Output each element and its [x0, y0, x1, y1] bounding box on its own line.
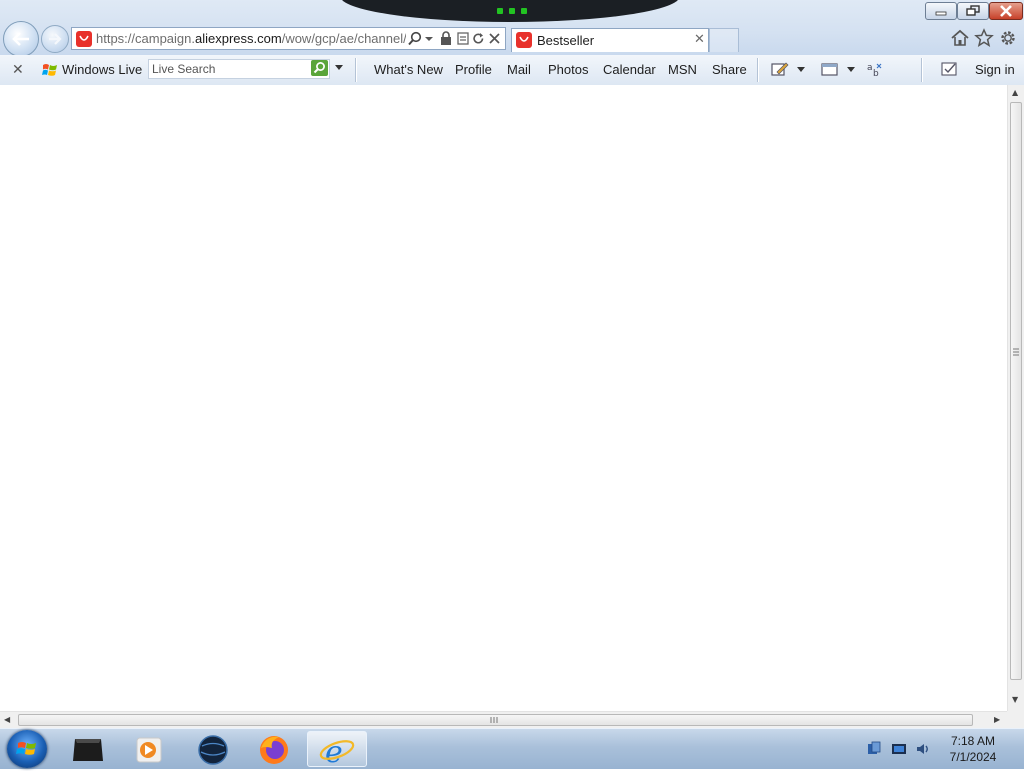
translate-icon[interactable]: ab — [866, 61, 884, 77]
grip-icon — [490, 717, 498, 723]
browser-title-bar: https://campaign.aliexpress.com/wow/gcp/… — [0, 0, 1024, 57]
refresh-icon[interactable] — [472, 31, 485, 46]
start-button[interactable] — [7, 730, 47, 768]
page-content — [0, 85, 1007, 711]
horizontal-scroll-thumb[interactable] — [18, 714, 973, 726]
close-icon — [1000, 5, 1012, 17]
media-player-icon — [73, 739, 103, 761]
video-player-icon — [136, 737, 162, 763]
link-photos[interactable]: Photos — [548, 62, 588, 77]
tab-title: Bestseller — [537, 33, 595, 48]
svg-text:b: b — [873, 69, 879, 77]
search-icon[interactable] — [408, 31, 422, 46]
taskbar-media-player[interactable] — [61, 731, 117, 767]
scroll-up-arrow-icon[interactable]: ▲ — [1012, 88, 1018, 97]
address-url[interactable]: https://campaign.aliexpress.com/wow/gcp/… — [96, 31, 406, 46]
address-bar[interactable]: https://campaign.aliexpress.com/wow/gcp/… — [71, 27, 506, 50]
taskbar-video-player[interactable] — [122, 731, 178, 767]
url-domain: aliexpress.com — [195, 31, 282, 46]
firefox-icon — [260, 736, 288, 764]
windows-live-logo-icon — [42, 64, 57, 76]
windows-live-toolbar: ✕ Windows Live What's New Profile Mail P… — [0, 55, 1024, 86]
stop-icon[interactable] — [488, 31, 501, 46]
volume-icon[interactable] — [915, 741, 931, 757]
home-icon[interactable] — [950, 28, 970, 48]
search-icon — [313, 62, 325, 74]
search-dropdown-icon[interactable] — [424, 31, 434, 46]
globe-icon — [198, 735, 228, 765]
scroll-left-arrow-icon[interactable]: ◀ — [4, 715, 10, 724]
taskbar-firefox[interactable] — [246, 731, 302, 767]
svg-text:e: e — [325, 735, 343, 766]
compatibility-view-icon[interactable] — [457, 31, 469, 46]
svg-text:a: a — [867, 63, 873, 73]
toolbar-close-icon[interactable]: ✕ — [12, 61, 26, 77]
taskbar-globe-app[interactable] — [185, 731, 241, 767]
new-tab-button[interactable] — [709, 28, 739, 52]
scrollbar-corner — [1007, 711, 1024, 728]
tab-close-icon[interactable]: ✕ — [694, 32, 705, 47]
scroll-right-arrow-icon[interactable]: ▶ — [994, 715, 1000, 724]
back-arrow-icon — [12, 32, 29, 46]
favorites-star-icon[interactable] — [974, 28, 994, 48]
link-mail[interactable]: Mail — [507, 62, 531, 77]
link-share[interactable]: Share — [712, 62, 747, 77]
camera-light-icon — [497, 8, 527, 17]
url-path: /wow/gcp/ae/channel/ae — [281, 31, 406, 46]
vertical-scrollbar[interactable]: ▲ ▼ — [1007, 85, 1024, 711]
minimize-button[interactable] — [925, 2, 957, 20]
tab-bestseller[interactable]: Bestseller ✕ — [511, 28, 709, 52]
minimize-icon — [935, 11, 947, 16]
windows-logo-icon — [16, 742, 36, 755]
blog-edit-icon[interactable] — [771, 61, 789, 77]
restore-icon — [966, 5, 980, 16]
toolbar-separator — [757, 58, 759, 82]
network-icon[interactable] — [866, 741, 882, 757]
live-search-input[interactable] — [148, 59, 330, 79]
clock-time: 7:18 AM — [950, 734, 996, 748]
lock-icon[interactable] — [440, 31, 452, 46]
taskbar-clock[interactable]: 7:18 AM 7/1/2024 — [940, 733, 1006, 765]
back-button[interactable] — [3, 21, 39, 57]
internet-explorer-icon: e — [319, 735, 355, 770]
scroll-down-arrow-icon[interactable]: ▼ — [1012, 695, 1018, 704]
forward-button[interactable] — [41, 25, 69, 53]
close-window-button[interactable] — [989, 2, 1023, 20]
display-icon[interactable] — [891, 741, 907, 757]
sign-in-link[interactable]: Sign in — [975, 62, 1015, 77]
link-whats-new[interactable]: What's New — [374, 62, 443, 77]
vertical-scroll-thumb[interactable] — [1010, 102, 1022, 680]
preview-dropdown-icon[interactable] — [846, 61, 856, 77]
url-prefix: https://campaign. — [96, 31, 195, 46]
windows-live-brand[interactable]: Windows Live — [62, 62, 142, 77]
link-calendar[interactable]: Calendar — [603, 62, 656, 77]
forward-arrow-icon — [49, 33, 62, 45]
windows-taskbar: e 7:18 AM 7/1/2024 — [0, 728, 1024, 770]
taskbar-internet-explorer[interactable]: e — [307, 731, 367, 770]
link-msn[interactable]: MSN — [668, 62, 697, 77]
window-preview-icon[interactable] — [821, 61, 839, 77]
live-search-button[interactable] — [311, 60, 328, 76]
clock-date: 7/1/2024 — [949, 750, 997, 764]
aliexpress-favicon-icon — [516, 32, 532, 48]
check-icon[interactable] — [941, 61, 959, 77]
toolbar-separator — [355, 58, 357, 82]
link-profile[interactable]: Profile — [455, 62, 492, 77]
search-options-dropdown-icon[interactable] — [334, 64, 344, 72]
gear-icon[interactable] — [998, 28, 1018, 48]
aliexpress-favicon-icon — [76, 31, 92, 47]
blog-dropdown-icon[interactable] — [796, 61, 806, 77]
toolbar-separator — [921, 58, 923, 82]
grip-icon — [1013, 348, 1019, 356]
horizontal-scrollbar[interactable]: ◀ ▶ — [0, 711, 1007, 728]
restore-button[interactable] — [957, 2, 989, 20]
